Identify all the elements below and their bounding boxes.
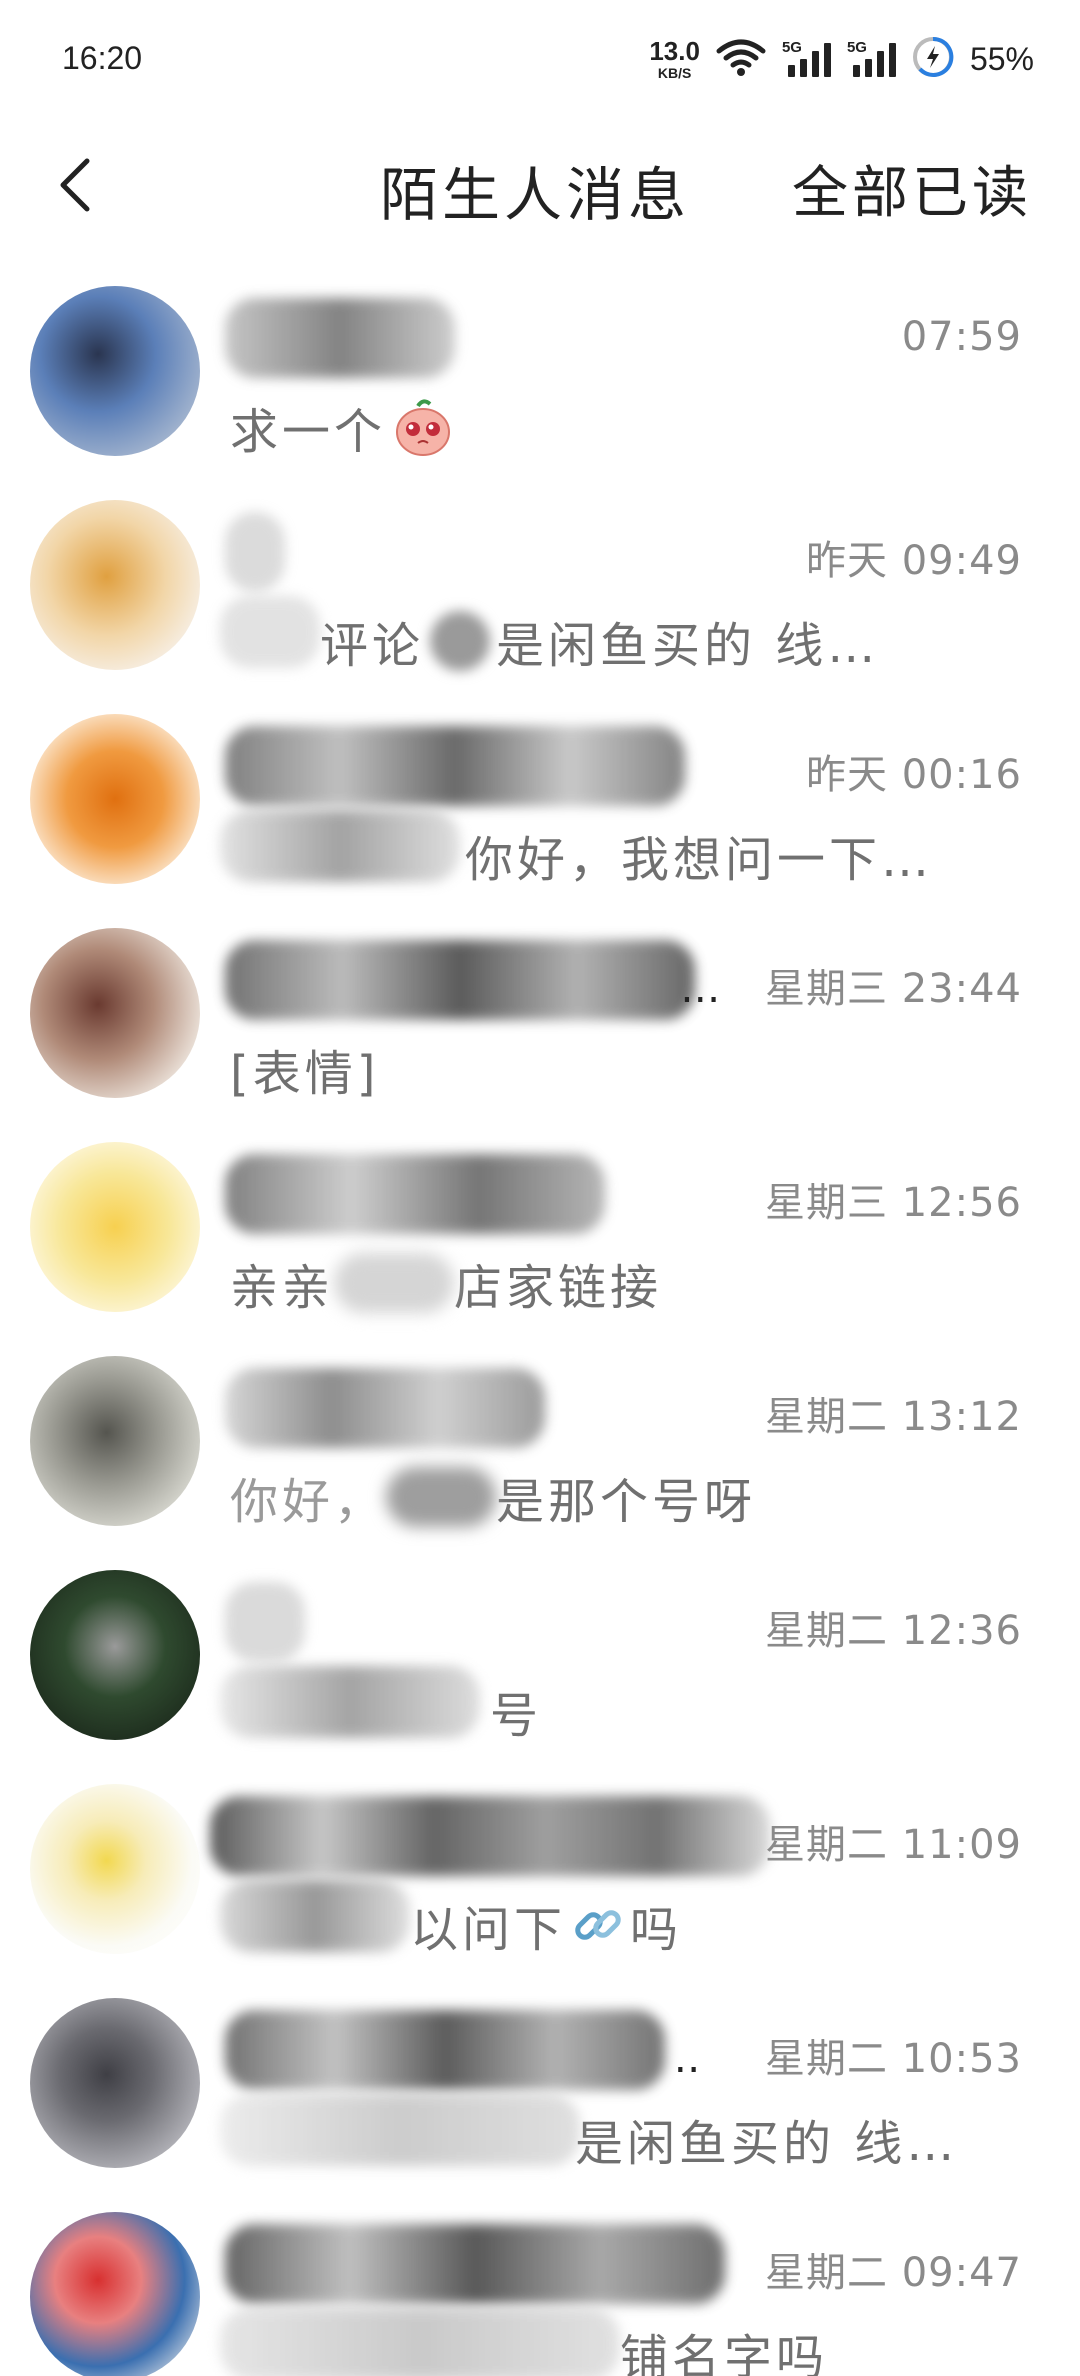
stranger-message-list: 07:59 求一个 昨天 09:49 评论 是闲鱼买的 线… 昨天 00:16 … [0, 270, 1080, 2376]
sender-name-redacted [225, 2224, 725, 2304]
sender-name-ellipsis: ‥ [673, 2036, 702, 2082]
message-time: 星期三 12:56 [765, 1180, 1022, 1226]
message-preview-text-b: 是那个号呀 [496, 1474, 757, 1530]
message-preview: 求一个 [230, 392, 454, 462]
message-time: 昨天 00:16 [806, 752, 1022, 798]
network-speed-value: 13.0 [649, 36, 700, 66]
signal-icon-sim1: 5G [781, 39, 831, 77]
message-time: … 星期三 23:44 [680, 956, 1022, 1014]
preview-redacted-mid [334, 1253, 455, 1313]
sender-name-redacted [225, 1154, 605, 1234]
pleading-peach-emoji-icon [396, 399, 451, 456]
message-time-text: 星期三 23:44 [765, 966, 1022, 1012]
message-preview-text-a: 亲亲 [230, 1260, 335, 1316]
sender-name-redacted [225, 1582, 305, 1662]
message-row[interactable]: 昨天 09:49 评论 是闲鱼买的 线… [0, 484, 1080, 698]
message-row[interactable]: 星期二 12:36 号 [0, 1554, 1080, 1768]
preview-redacted [220, 810, 460, 882]
sender-name-ellipsis: … [680, 966, 722, 1012]
sender-name-redacted [225, 512, 285, 592]
message-preview: 铺名字吗 [620, 2318, 828, 2376]
message-preview-text: 是闲鱼买的 线… [575, 2116, 959, 2172]
message-row[interactable]: ‥ 星期二 10:53 是闲鱼买的 线… [0, 1982, 1080, 2196]
sim2-network-label: 5G [846, 39, 867, 56]
preview-redacted-mid [430, 611, 491, 671]
avatar [30, 2212, 200, 2376]
preview-redacted-mid [386, 1467, 497, 1527]
sender-name-redacted [225, 298, 455, 378]
status-bar: 16:20 13.0 KB/S 5G 5G 55% [0, 0, 1080, 120]
network-speed-unit: KB/S [657, 65, 692, 81]
avatar [30, 1998, 200, 2168]
message-preview: 是闲鱼买的 线… [575, 2104, 958, 2174]
avatar [30, 1570, 200, 1740]
message-row[interactable]: 星期二 09:47 铺名字吗 [0, 2196, 1080, 2376]
mark-all-read-button[interactable]: 全部已读 [792, 148, 1032, 229]
avatar [30, 714, 200, 884]
avatar [30, 928, 200, 1098]
sender-name-redacted [225, 1368, 545, 1448]
message-preview-partial: 评论 [320, 618, 425, 674]
top-nav-bar: 陌生人消息 全部已读 [0, 120, 1080, 250]
wifi-icon [716, 37, 766, 81]
message-preview-text: 你好，我想问一下… [465, 832, 934, 888]
message-preview-text: 求一个 [230, 404, 387, 460]
message-time: 07:59 [901, 314, 1022, 360]
avatar [30, 1356, 200, 1526]
battery-percent: 55% [969, 40, 1034, 77]
message-preview-text-a: 以问下 [410, 1902, 567, 1958]
avatar [30, 286, 200, 456]
status-icons: 13.0 KB/S 5G 5G 55% [649, 34, 1034, 84]
avatar [30, 1142, 200, 1312]
message-preview-text: 号 [490, 1688, 543, 1744]
message-preview: 你好，我想问一下… [465, 820, 933, 890]
link-icon [575, 1910, 621, 1940]
message-row[interactable]: 星期三 12:56 亲亲 店家链接 [0, 1126, 1080, 1340]
preview-redacted [220, 596, 320, 668]
message-preview-text-a: 你好， [230, 1474, 387, 1530]
message-preview: 号 [490, 1676, 542, 1746]
message-preview: 以问下 吗 [410, 1890, 682, 1960]
sender-name-redacted [225, 2010, 665, 2090]
message-time: 星期二 11:09 [765, 1822, 1022, 1868]
sim1-network-label: 5G [781, 39, 802, 56]
back-arrow-icon [60, 158, 90, 212]
message-row[interactable]: 07:59 求一个 [0, 270, 1080, 484]
message-preview-text-b: 店家链接 [454, 1260, 663, 1316]
message-preview: 评论 是闲鱼买的 线… [320, 606, 879, 676]
message-preview-text: 是闲鱼买的 线… [496, 618, 880, 674]
message-row[interactable]: 星期二 11:09 以问下 吗 [0, 1768, 1080, 1982]
preview-redacted [220, 2094, 580, 2166]
network-speed: 13.0 KB/S [649, 38, 700, 80]
message-row[interactable]: 星期二 13:12 你好， 是那个号呀 [0, 1340, 1080, 1554]
avatar [30, 500, 200, 670]
message-preview: 亲亲 店家链接 [230, 1248, 662, 1318]
status-time: 16:20 [62, 40, 143, 76]
message-time: 星期二 09:47 [765, 2250, 1022, 2296]
message-row[interactable]: 昨天 00:16 你好，我想问一下… [0, 698, 1080, 912]
preview-redacted [220, 2308, 620, 2376]
preview-redacted [220, 1880, 410, 1952]
message-preview-text: [表情] [230, 1046, 380, 1102]
message-preview: 你好， 是那个号呀 [230, 1462, 756, 1532]
message-row[interactable]: … 星期三 23:44 [表情] [0, 912, 1080, 1126]
back-button[interactable] [40, 150, 110, 220]
message-time: ‥ 星期二 10:53 [674, 2026, 1022, 2084]
battery-charging-icon [912, 36, 954, 82]
message-time: 星期二 12:36 [765, 1608, 1022, 1654]
message-time: 星期二 13:12 [765, 1394, 1022, 1440]
page-title: 陌生人消息 [380, 161, 691, 229]
message-preview-text-b: 吗 [630, 1902, 683, 1958]
message-time-text: 星期二 10:53 [765, 2036, 1022, 2082]
message-time: 昨天 09:49 [806, 538, 1022, 584]
avatar [30, 1784, 200, 1954]
message-preview: [表情] [230, 1034, 379, 1104]
message-preview-text: 铺名字吗 [620, 2330, 829, 2376]
preview-redacted [220, 1666, 480, 1738]
sender-name-redacted [225, 726, 685, 806]
sender-name-redacted [225, 940, 695, 1020]
sender-name-redacted [210, 1796, 770, 1876]
signal-icon-sim2: 5G [846, 39, 896, 77]
